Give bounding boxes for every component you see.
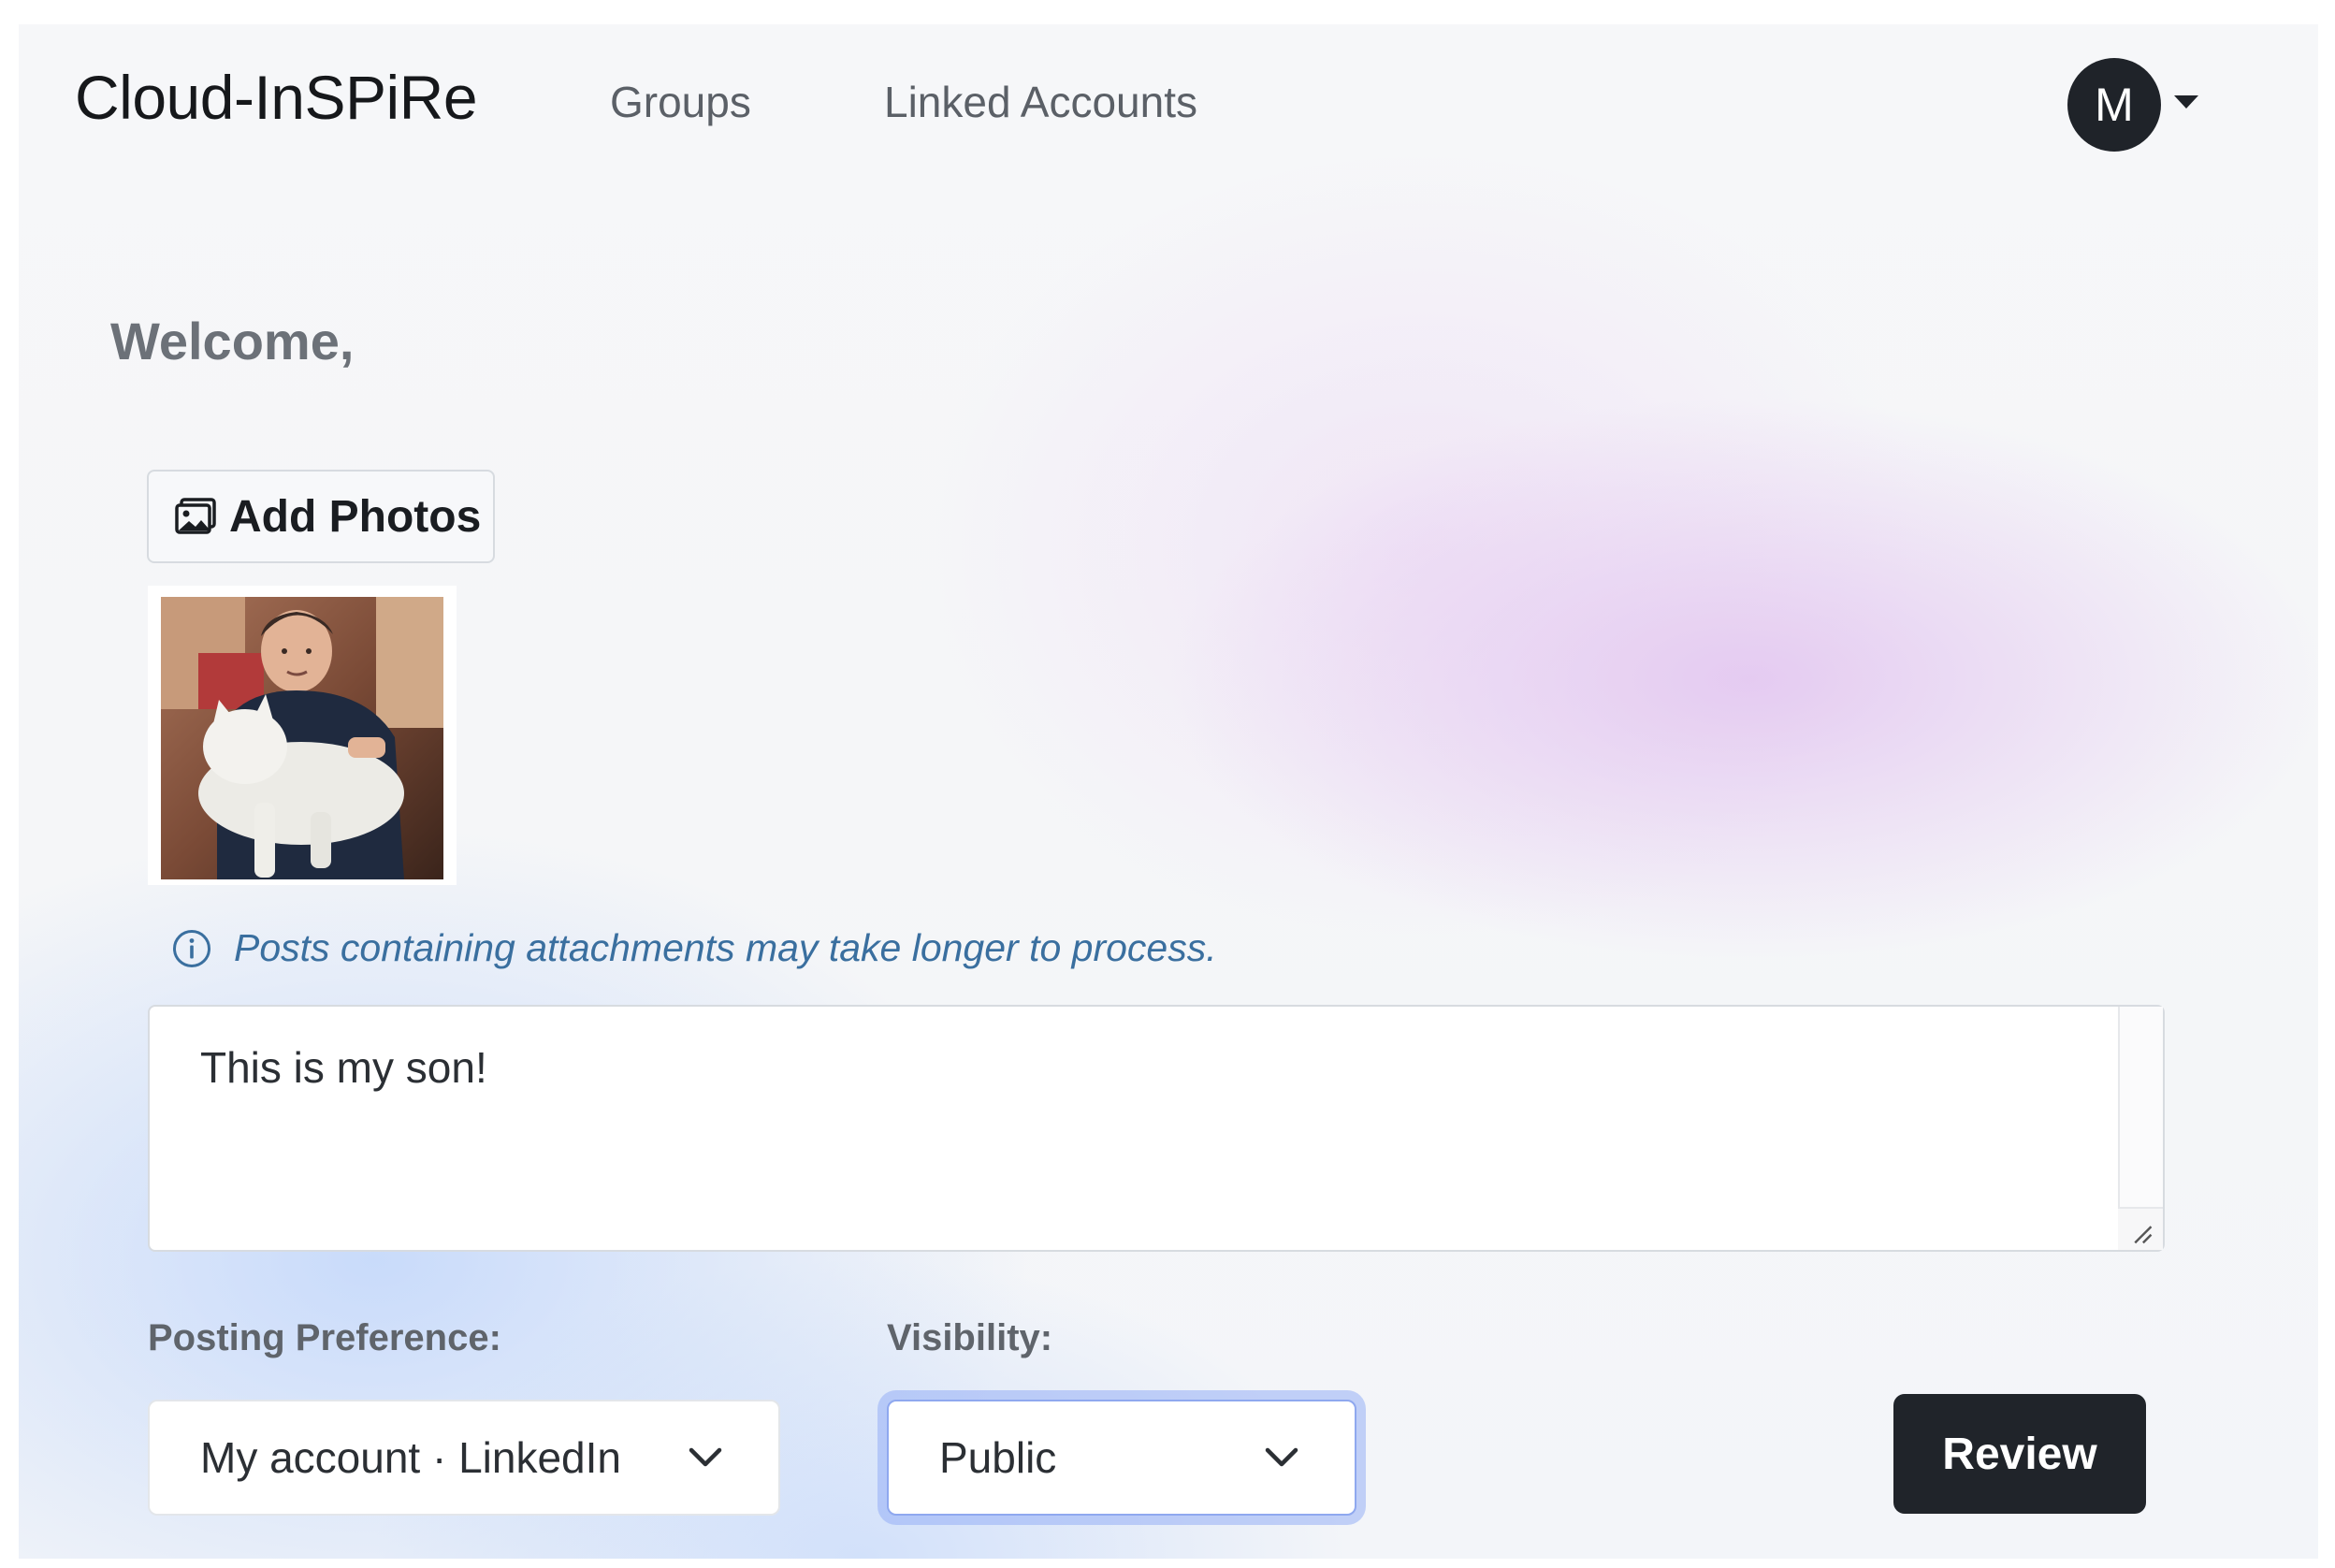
visibility-select[interactable]: Public <box>887 1400 1356 1516</box>
posting-preference-select[interactable]: My account · LinkedIn <box>148 1400 780 1516</box>
attachment-thumbnail[interactable] <box>148 586 457 885</box>
app-window: Cloud-InSPiRe Groups Linked Accounts M W… <box>19 24 2318 1559</box>
chevron-down-icon <box>1265 1447 1298 1467</box>
nav-link-linked-accounts[interactable]: Linked Accounts <box>884 77 1197 127</box>
user-avatar[interactable]: M <box>2067 58 2161 152</box>
photo-thumbnail-icon <box>161 597 443 879</box>
resize-handle-icon[interactable] <box>2118 1207 2163 1250</box>
nav-link-groups[interactable]: Groups <box>610 77 751 127</box>
image-icon <box>175 498 216 534</box>
caret-down-icon[interactable] <box>2174 95 2198 109</box>
posting-preference-label: Posting Preference: <box>148 1317 501 1358</box>
attachment-info-note: Posts containing attachments may take lo… <box>172 926 1217 970</box>
info-note-text: Posts containing attachments may take lo… <box>234 926 1217 969</box>
review-button[interactable]: Review <box>1893 1394 2146 1514</box>
info-icon <box>173 929 210 967</box>
post-text-input[interactable]: This is my son! <box>148 1005 2165 1252</box>
brand-title[interactable]: Cloud-InSPiRe <box>75 62 478 133</box>
add-photos-label: Add Photos <box>229 491 482 542</box>
add-photos-button[interactable]: Add Photos <box>147 470 495 563</box>
posting-preference-value: My account · LinkedIn <box>200 1433 622 1482</box>
visibility-value: Public <box>939 1433 1057 1482</box>
chevron-down-icon <box>689 1447 722 1467</box>
visibility-label: Visibility: <box>887 1317 1053 1358</box>
welcome-heading: Welcome, <box>110 312 355 370</box>
